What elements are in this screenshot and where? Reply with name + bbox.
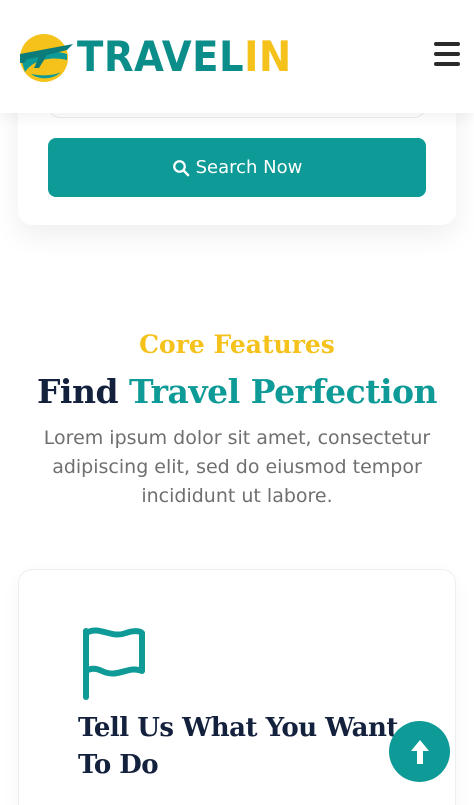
logo-text-in: IN xyxy=(244,32,292,81)
section-title-plain: Find xyxy=(36,372,130,411)
section-lead: Lorem ipsum dolor sit amet, consectetur … xyxy=(43,427,431,507)
search-now-label: Search Now xyxy=(195,157,303,178)
section-title-accent: Travel Perfection xyxy=(129,372,438,411)
site-header: TRAVELIN xyxy=(0,0,474,113)
search-icon xyxy=(172,159,189,176)
section-title: Find Travel Perfection xyxy=(0,372,474,411)
back-to-top-button[interactable] xyxy=(389,721,450,782)
logo-globe-plane-icon xyxy=(20,34,73,82)
logo-text-travel: TRAVEL xyxy=(77,32,245,81)
flag-icon xyxy=(83,627,145,700)
feature-card-title: Tell Us What You Want To Do xyxy=(78,713,398,780)
logo[interactable]: TRAVELIN xyxy=(17,28,310,86)
search-now-button[interactable]: Search Now xyxy=(48,138,426,197)
arrow-up-icon xyxy=(410,739,429,764)
hamburger-icon[interactable] xyxy=(434,42,460,66)
section-kicker: Core Features xyxy=(139,330,335,359)
logo-text: TRAVELIN xyxy=(77,36,292,78)
